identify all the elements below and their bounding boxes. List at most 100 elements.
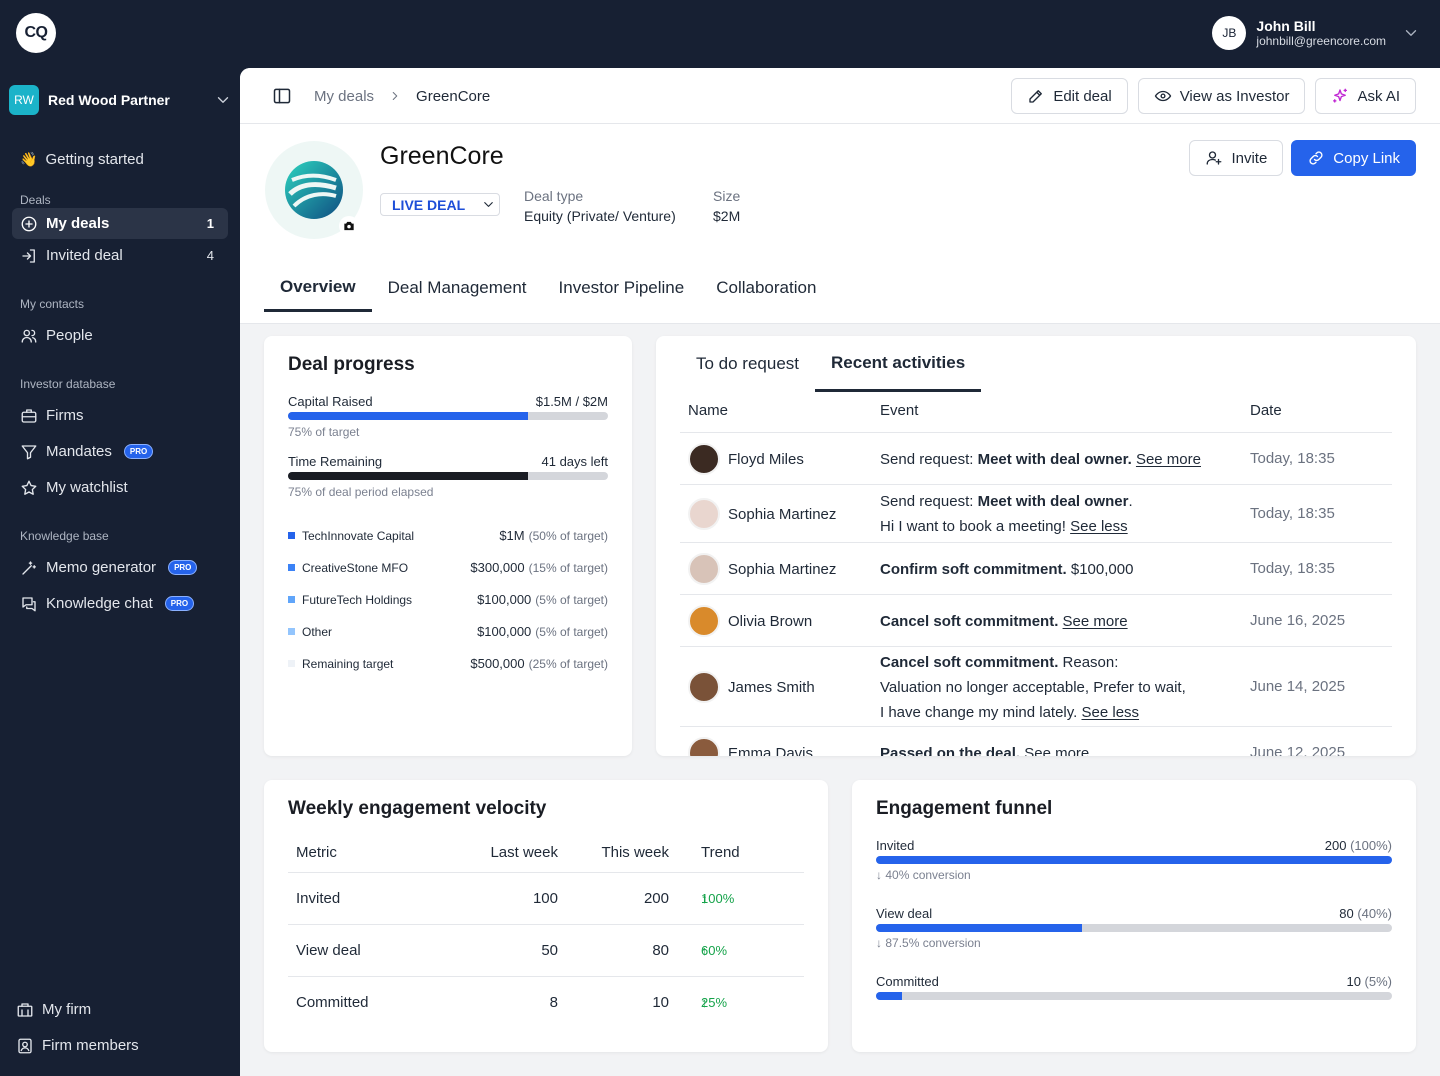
deal-status-select[interactable]: LIVE DEAL [380, 193, 500, 216]
sidebar-item-my-firm[interactable]: My firm [8, 994, 224, 1025]
sidebar-item-memo-generator[interactable]: Memo generator PRO [12, 552, 228, 583]
id-card-icon [16, 1037, 34, 1055]
sidebar-item-label: Invited deal [46, 247, 123, 264]
copy-link-button[interactable]: Copy Link [1291, 140, 1416, 176]
event-action: Cancel soft commitment. [880, 653, 1059, 671]
building-icon [16, 1001, 34, 1019]
event-detail: Valuation no longer acceptable, Prefer t… [880, 678, 1186, 696]
sidebar-item-label: Memo generator [46, 559, 157, 576]
col-last-week: Last week [490, 844, 558, 861]
capital-sub: 75% of target [288, 425, 360, 439]
activity-user[interactable]: James Smith [688, 671, 815, 703]
table-row: Committed 8 10 ↑ 25% [288, 976, 804, 1028]
investor-row: FutureTech Holdings $100,000 (5% of target… [288, 592, 608, 607]
sidebar-item-label: My firm [42, 1001, 92, 1018]
filter-icon [20, 443, 38, 461]
col-trend: Trend [701, 844, 740, 861]
ask-ai-button[interactable]: Ask AI [1315, 78, 1416, 114]
org-name: Red Wood Partner [48, 92, 170, 108]
org-badge: RW [9, 85, 39, 115]
activity-user[interactable]: Sophia Martinez [688, 553, 836, 585]
see-more-link[interactable]: See more [1024, 745, 1089, 757]
tab-recent-activities[interactable]: Recent activities [815, 336, 982, 392]
breadcrumb-parent[interactable]: My deals [314, 88, 374, 105]
user-name: James Smith [728, 678, 815, 696]
funnel-bar-fill [876, 924, 1083, 932]
funnel-label: Committed [876, 974, 939, 989]
app-logo[interactable]: CQ [16, 13, 56, 53]
invite-button[interactable]: Invite [1189, 140, 1284, 176]
card-title: Weekly engagement velocity [288, 798, 547, 819]
funnel-bar-fill [876, 856, 1392, 864]
tab-overview[interactable]: Overview [264, 264, 372, 312]
event-action: Meet with deal owner. [977, 450, 1132, 468]
event-detail: $100,000 [1066, 560, 1134, 578]
sidebar-item-firms[interactable]: Firms [12, 400, 228, 431]
deals-icon [20, 215, 38, 233]
col-event: Event [880, 402, 919, 419]
see-more-link[interactable]: See more [1063, 613, 1128, 630]
activity-user[interactable]: Olivia Brown [688, 605, 812, 637]
event-line: Send request: Meet with deal owner. [880, 489, 1210, 514]
capital-progress-fill [288, 412, 528, 420]
sidebar-item-knowledge-chat[interactable]: Knowledge chat PRO [12, 588, 228, 619]
event-line: Send request: Meet with deal owner. See … [880, 447, 1210, 472]
activity-user[interactable]: Sophia Martinez [688, 498, 836, 530]
user-menu[interactable]: JB John Bill johnbill@greencore.com [1212, 16, 1420, 50]
event-detail: . [1128, 493, 1133, 510]
table-row: View deal 50 80 ↑ 60% [288, 924, 804, 976]
edit-deal-button[interactable]: Edit deal [1011, 78, 1128, 114]
event-detail: I have change my mind lately. [880, 703, 1082, 721]
edit-deal-label: Edit deal [1053, 87, 1112, 105]
sidebar-item-my-deals[interactable]: My deals 1 [12, 208, 228, 239]
time-value: 41 days left [541, 454, 609, 469]
sidebar-item-firm-members[interactable]: Firm members [8, 1030, 224, 1061]
sidebar-item-invited-deal[interactable]: Invited deal 4 [12, 240, 228, 271]
this-week-value: 80 [652, 942, 669, 959]
tab-todo-request[interactable]: To do request [680, 336, 815, 392]
avatar [688, 443, 720, 475]
avatar [688, 671, 720, 703]
event-line: Cancel soft commitment. Reason: [880, 650, 1210, 675]
deal-header: GreenCore LIVE DEAL Deal type Equity (Pr… [240, 124, 1440, 324]
funnel-value: 80 [1339, 906, 1358, 921]
main-content: My deals GreenCore Edit deal View as Inv… [240, 68, 1440, 1076]
breadcrumb-current: GreenCore [416, 87, 491, 105]
org-switcher[interactable]: RW Red Wood Partner [9, 85, 232, 115]
funnel-row: Invited 200 (100%) [876, 838, 1392, 853]
tab-deal-management[interactable]: Deal Management [372, 264, 543, 312]
funnel-value-group: 80 (40%) [1339, 906, 1392, 921]
deal-tabs: Overview Deal Management Investor Pipeli… [264, 264, 832, 312]
event-line: Hi I want to book a meeting! See less [880, 514, 1210, 539]
table-row: Emma Davis Passed on the deal. See more Ju… [680, 726, 1392, 756]
sidebar-item-getting-started[interactable]: 👋 Getting started [12, 144, 228, 175]
camera-icon[interactable] [339, 216, 359, 236]
conversion-text: 87.5% conversion [885, 936, 981, 950]
investor-percent: (15% of target) [528, 560, 608, 575]
sidebar-item-people[interactable]: People [12, 320, 228, 351]
activity-user[interactable]: Emma Davis [688, 737, 813, 756]
investor-percent: (25% of target) [528, 656, 608, 671]
tab-investor-pipeline[interactable]: Investor Pipeline [543, 264, 701, 312]
sidebar-item-watchlist[interactable]: My watchlist [12, 472, 228, 503]
user-name: Olivia Brown [728, 612, 813, 630]
event-line: I have change my mind lately. See less [880, 700, 1210, 725]
investor-row: Remaining target $500,000 (25% of target) [288, 656, 608, 671]
funnel-percent: (100%) [1350, 838, 1392, 853]
sidebar-item-label: Mandates [46, 443, 112, 460]
activity-user[interactable]: Floyd Miles [688, 443, 804, 475]
activity-event: Passed on the deal. See more [880, 741, 1210, 757]
sidebar-toggle-icon[interactable] [272, 86, 292, 106]
see-more-link[interactable]: See more [1136, 451, 1201, 468]
sidebar-item-mandates[interactable]: Mandates PRO [12, 436, 228, 467]
tab-collaboration[interactable]: Collaboration [700, 264, 832, 312]
see-less-link[interactable]: See less [1082, 704, 1140, 721]
avatar [688, 737, 720, 756]
funnel-label: View deal [876, 906, 933, 921]
view-as-investor-button[interactable]: View as Investor [1137, 78, 1306, 114]
col-metric: Metric [296, 844, 337, 861]
investor-percent: (5% of target) [535, 624, 608, 639]
see-less-link[interactable]: See less [1070, 518, 1128, 535]
event-line: Confirm soft commitment. $100,000 [880, 557, 1210, 582]
event-detail: Hi I want to book a meeting! [880, 518, 1071, 535]
